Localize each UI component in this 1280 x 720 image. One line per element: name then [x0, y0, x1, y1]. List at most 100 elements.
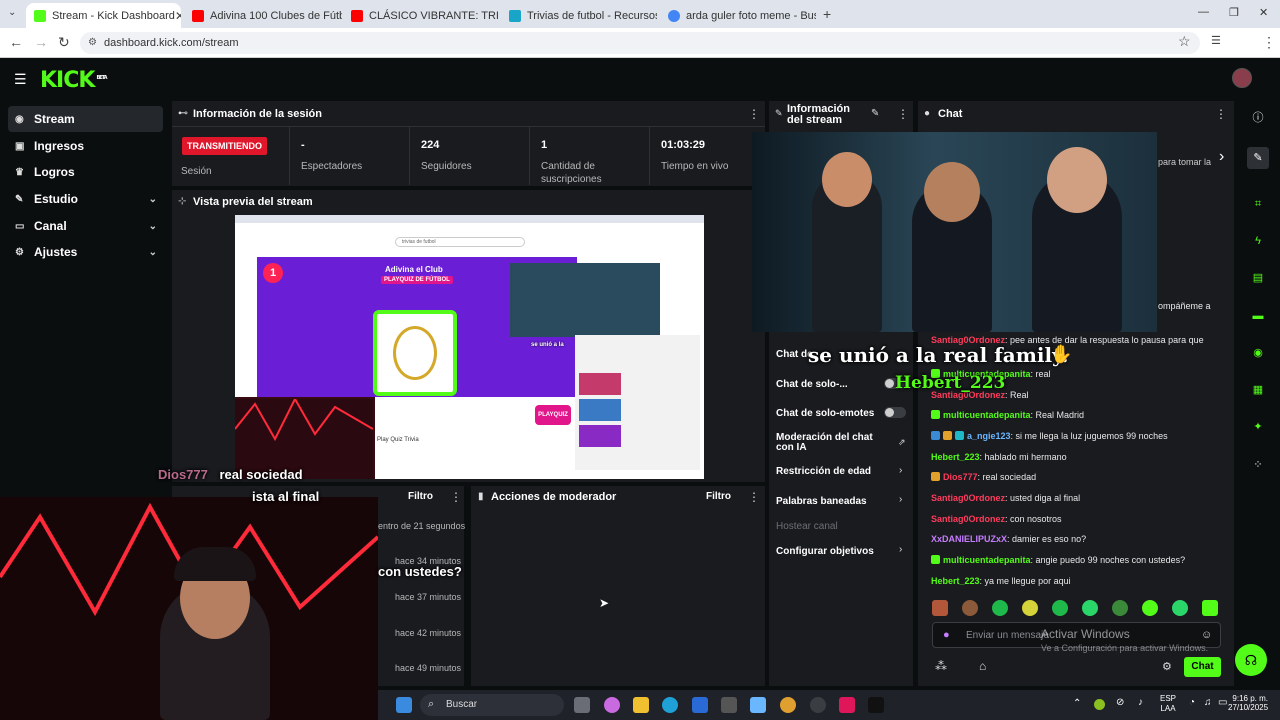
tray-app-icon[interactable] — [1094, 699, 1105, 710]
chat-extras-icon[interactable]: ⁂ — [935, 659, 947, 673]
support-headset-icon[interactable]: ☊ — [1235, 644, 1267, 676]
store-icon[interactable]: ⌂ — [979, 659, 986, 673]
tab-clasico-vibrante[interactable]: CLÁSICO VIBRANTE: TRIUNFAZO ✕ — [343, 3, 499, 28]
obs-icon[interactable] — [810, 697, 826, 713]
emote-icon[interactable] — [1022, 600, 1038, 616]
app-icon[interactable] — [839, 697, 855, 713]
windows-start-icon[interactable] — [396, 697, 412, 713]
edge-icon[interactable] — [662, 697, 678, 713]
sidebar-item-canal[interactable]: ▭ Canal ⌄ — [8, 213, 163, 239]
volume-icon[interactable]: ♫ — [1204, 697, 1212, 708]
wifi-icon[interactable]: ◔ — [1189, 697, 1195, 708]
feed-filter-button[interactable]: Filtro — [408, 491, 433, 502]
layout-icon[interactable]: ▦ — [1250, 382, 1266, 398]
tab-stream-dashboard[interactable]: Stream - Kick Dashboard ✕ — [26, 3, 181, 28]
chat-username[interactable]: Hebert_223 — [931, 576, 980, 586]
chat-username[interactable]: Santiag0Ordonez — [931, 514, 1005, 524]
restore-icon[interactable]: ❐ — [1229, 6, 1239, 19]
emote-icon[interactable] — [1142, 600, 1158, 616]
clipboard-icon[interactable]: ▤ — [1250, 270, 1266, 286]
app-icon[interactable] — [750, 697, 766, 713]
chat-username[interactable]: Dios777 — [943, 472, 978, 482]
emoji-icon[interactable]: ☺ — [1201, 629, 1212, 641]
reading-list-icon[interactable]: ☰ — [1211, 34, 1221, 47]
message-icon[interactable]: ▬ — [1250, 308, 1266, 324]
external-link-icon[interactable]: ⇗ — [898, 437, 906, 448]
minimize-icon[interactable]: — — [1198, 6, 1209, 18]
banned-words-item[interactable]: Palabras baneadas — [776, 496, 867, 507]
chat-username[interactable]: multicuentadepanita — [943, 410, 1031, 420]
emote-icon[interactable] — [932, 600, 948, 616]
chat-username[interactable]: Santiag0Ordonez — [931, 493, 1005, 503]
tab-adivina-clubes[interactable]: Adivina 100 Clubes de Fútbol p ✕ — [184, 3, 342, 28]
chat-username[interactable]: multicuentadepanita — [943, 555, 1031, 565]
emote-icon[interactable] — [1172, 600, 1188, 616]
sidebar-item-ingresos[interactable]: ▣ Ingresos — [8, 133, 163, 159]
new-tab-icon[interactable]: + — [823, 6, 831, 22]
url-field[interactable]: ⚙ dashboard.kick.com/stream — [80, 32, 1200, 54]
kebab-menu-icon[interactable]: ⋮ — [748, 107, 760, 121]
chat-send-button[interactable]: Chat — [1184, 657, 1221, 677]
chat-username[interactable]: a_ngie123 — [967, 431, 1011, 441]
chrome-icon[interactable] — [780, 697, 796, 713]
copilot-icon[interactable] — [604, 697, 620, 713]
site-info-icon[interactable]: ⚙ — [88, 32, 97, 54]
language-indicator[interactable]: ESP LAA — [1160, 694, 1176, 714]
scan-icon[interactable]: ⌗ — [1250, 196, 1266, 212]
info-icon[interactable]: ⓘ — [1250, 110, 1266, 126]
chat-username[interactable]: XxDANIELIPUZxX — [931, 534, 1007, 544]
emote-icon[interactable] — [992, 600, 1008, 616]
emote-icon[interactable] — [1052, 600, 1068, 616]
sidebar-item-stream[interactable]: ◉ Stream — [8, 106, 163, 132]
battery-icon[interactable]: ▭ — [1218, 697, 1227, 708]
mod-filter-button[interactable]: Filtro — [706, 491, 731, 502]
app-icon[interactable] — [721, 697, 737, 713]
close-icon[interactable]: ✕ — [175, 9, 181, 23]
apps-icon[interactable]: ⁘ — [1250, 457, 1266, 473]
kick-logo[interactable]: KICK BETA — [40, 68, 108, 93]
tiktok-icon[interactable] — [868, 697, 884, 713]
lightning-icon[interactable]: ϟ — [1250, 233, 1266, 249]
close-window-icon[interactable]: ✕ — [1259, 6, 1268, 19]
kebab-menu-icon[interactable]: ⋮ — [450, 490, 462, 504]
sidebar-item-ajustes[interactable]: ⚙ Ajustes ⌄ — [8, 239, 163, 265]
chat-emotes-toggle[interactable] — [884, 407, 906, 418]
configure-goals-item[interactable]: Configurar objetivos — [776, 546, 874, 557]
kebab-menu-icon[interactable]: ⋮ — [748, 490, 760, 504]
sidebar-item-estudio[interactable]: ✎ Estudio ⌄ — [8, 186, 163, 212]
back-icon[interactable]: ← — [9, 34, 23, 50]
kebab-menu-icon[interactable]: ⋮ — [1215, 107, 1227, 121]
user-avatar[interactable] — [1232, 68, 1252, 88]
broadcast-signal-icon[interactable]: ◉ — [1250, 345, 1266, 361]
forward-icon[interactable]: → — [34, 34, 48, 50]
file-explorer-icon[interactable] — [633, 697, 649, 713]
tab-search-icon[interactable]: ⌄ — [8, 7, 16, 18]
emote-icon[interactable] — [1082, 600, 1098, 616]
tab-trivias-futbol[interactable]: Trivias de futbol - Recursos did ✕ — [501, 3, 657, 28]
tool-icon[interactable]: ✦ — [1250, 419, 1266, 435]
age-restriction-item[interactable]: Restricción de edad — [776, 466, 871, 477]
emote-icon[interactable] — [1112, 600, 1128, 616]
chevron-right-icon[interactable]: › — [1219, 148, 1224, 166]
emote-icon[interactable] — [962, 600, 978, 616]
store-app-icon[interactable] — [692, 697, 708, 713]
tray-chevron-up-icon[interactable]: ⌃ — [1073, 698, 1081, 709]
edit-pencil-icon[interactable]: ✎ — [871, 108, 879, 119]
browser-menu-icon[interactable]: ⋮ — [1262, 34, 1276, 51]
hamburger-menu-icon[interactable]: ☰ — [14, 71, 27, 88]
task-view-icon[interactable] — [574, 697, 590, 713]
chat-username[interactable]: Hebert_223 — [931, 452, 980, 462]
reload-icon[interactable]: ↻ — [58, 34, 70, 51]
clock[interactable]: 9:16 p. m. 27/10/2025 — [1228, 694, 1268, 712]
mic-tray-icon[interactable]: ♪ — [1138, 697, 1143, 708]
tab-arda-guler[interactable]: arda guler foto meme - Buscar ✕ — [660, 3, 816, 28]
bookmark-star-icon[interactable]: ☆ — [1178, 33, 1191, 50]
sidebar-item-logros[interactable]: ♛ Logros — [8, 159, 163, 185]
microphone-icon[interactable]: ● — [943, 629, 950, 641]
kebab-menu-icon[interactable]: ⋮ — [897, 107, 909, 121]
emote-icon[interactable] — [1202, 600, 1218, 616]
edit-icon[interactable]: ✎ — [1247, 147, 1269, 169]
tray-icon[interactable]: ⊘ — [1116, 697, 1124, 708]
chat-settings-gear-icon[interactable]: ⚙ — [1162, 660, 1172, 673]
taskbar-search[interactable]: ⌕ Buscar — [420, 694, 564, 716]
